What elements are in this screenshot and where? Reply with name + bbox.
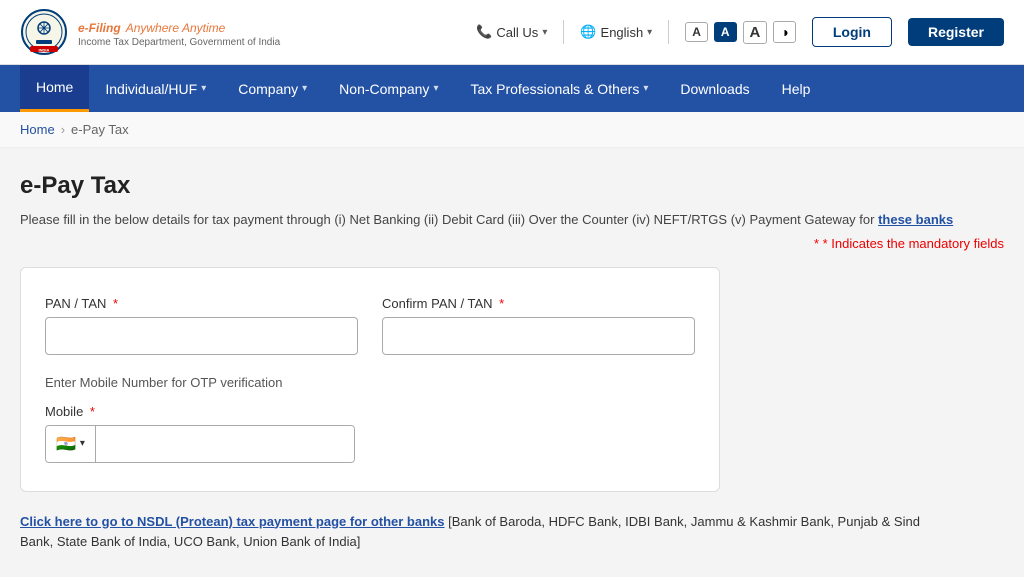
nav-item-noncompany[interactable]: Non-Company ▾ — [323, 65, 454, 112]
nav-item-tax-professionals[interactable]: Tax Professionals & Others ▾ — [454, 65, 664, 112]
confirm-pan-tan-required-indicator: * — [499, 296, 504, 311]
pan-tan-row: PAN / TAN * Confirm PAN / TAN * — [45, 296, 695, 355]
page-description: Please fill in the below details for tax… — [20, 210, 1004, 230]
header: INDIA e-Filing Anywhere Anytime Income T… — [0, 0, 1024, 65]
chevron-down-icon-noncompany: ▾ — [433, 83, 438, 94]
mobile-number-input[interactable] — [96, 426, 354, 462]
globe-icon: 🌐 — [580, 24, 596, 40]
header-right: 📞 Call Us ▾ 🌐 English ▾ A A A ◑ Login Re… — [476, 17, 1004, 47]
accessibility-controls: A A A ◑ — [685, 21, 796, 44]
font-normal-button[interactable]: A — [714, 22, 737, 42]
confirm-pan-tan-group: Confirm PAN / TAN * — [382, 296, 695, 355]
main-content: e-Pay Tax Please fill in the below detai… — [0, 148, 1024, 577]
logo-efiling-text: e-Filing Anywhere Anytime — [78, 16, 280, 37]
confirm-pan-tan-label: Confirm PAN / TAN * — [382, 296, 695, 311]
main-navbar: Home Individual/HUF ▾ Company ▾ Non-Comp… — [0, 65, 1024, 112]
language-selector[interactable]: 🌐 English ▾ — [580, 24, 652, 40]
confirm-pan-tan-input[interactable] — [382, 317, 695, 355]
chevron-down-icon-company: ▾ — [302, 83, 307, 94]
page-title: e-Pay Tax — [20, 172, 1004, 200]
header-divider-1 — [563, 20, 564, 44]
phone-icon: 📞 — [476, 24, 492, 40]
nav-item-help[interactable]: Help — [766, 65, 827, 112]
breadcrumb-separator: › — [61, 122, 65, 137]
breadcrumb-home-link[interactable]: Home — [20, 122, 55, 137]
header-divider-2 — [668, 20, 669, 44]
mobile-required-indicator: * — [90, 404, 95, 419]
breadcrumb: Home › e-Pay Tax — [0, 112, 1024, 148]
pan-tan-label: PAN / TAN * — [45, 296, 358, 311]
font-increase-button[interactable]: A — [743, 21, 768, 44]
header-logo: INDIA e-Filing Anywhere Anytime Income T… — [20, 8, 280, 56]
logo-subtitle-text: Income Tax Department, Government of Ind… — [78, 37, 280, 48]
contrast-button[interactable]: ◑ — [773, 21, 795, 43]
mobile-section: Enter Mobile Number for OTP verification… — [45, 375, 355, 463]
pan-tan-input[interactable] — [45, 317, 358, 355]
epay-form-card: PAN / TAN * Confirm PAN / TAN * Enter Mo… — [20, 267, 720, 492]
emblem-icon: INDIA — [20, 8, 68, 56]
chevron-down-icon-individual: ▾ — [201, 83, 206, 94]
svg-text:INDIA: INDIA — [39, 48, 50, 53]
pan-tan-group: PAN / TAN * — [45, 296, 358, 355]
country-code-selector[interactable]: 🇮🇳 ▾ — [46, 426, 96, 462]
india-flag-icon: 🇮🇳 — [56, 434, 76, 454]
these-banks-link[interactable]: these banks — [878, 212, 953, 227]
nsdl-link[interactable]: Click here to go to NSDL (Protean) tax p… — [20, 514, 445, 529]
nsdl-section: Click here to go to NSDL (Protean) tax p… — [20, 512, 920, 554]
nav-item-company[interactable]: Company ▾ — [222, 65, 323, 112]
pan-tan-required-indicator: * — [113, 296, 118, 311]
mandatory-asterisk: * — [814, 236, 823, 251]
call-us-button[interactable]: 📞 Call Us ▾ — [476, 24, 547, 40]
login-button[interactable]: Login — [812, 17, 892, 47]
register-button[interactable]: Register — [908, 18, 1004, 46]
font-decrease-button[interactable]: A — [685, 22, 708, 42]
mobile-input-row: 🇮🇳 ▾ — [45, 425, 355, 463]
nav-item-home[interactable]: Home — [20, 65, 89, 112]
logo-text-block: e-Filing Anywhere Anytime Income Tax Dep… — [78, 16, 280, 48]
mobile-label: Mobile * — [45, 404, 355, 419]
dropdown-arrow-icon: ▾ — [80, 438, 85, 449]
nav-item-individual[interactable]: Individual/HUF ▾ — [89, 65, 222, 112]
nav-item-downloads[interactable]: Downloads — [664, 65, 765, 112]
chevron-down-icon-lang: ▾ — [647, 27, 652, 38]
mandatory-note: * * Indicates the mandatory fields — [20, 236, 1004, 251]
mobile-otp-label: Enter Mobile Number for OTP verification — [45, 375, 355, 390]
chevron-down-icon-tax-prof: ▾ — [643, 83, 648, 94]
chevron-down-icon: ▾ — [542, 27, 547, 38]
breadcrumb-current: e-Pay Tax — [71, 122, 129, 137]
